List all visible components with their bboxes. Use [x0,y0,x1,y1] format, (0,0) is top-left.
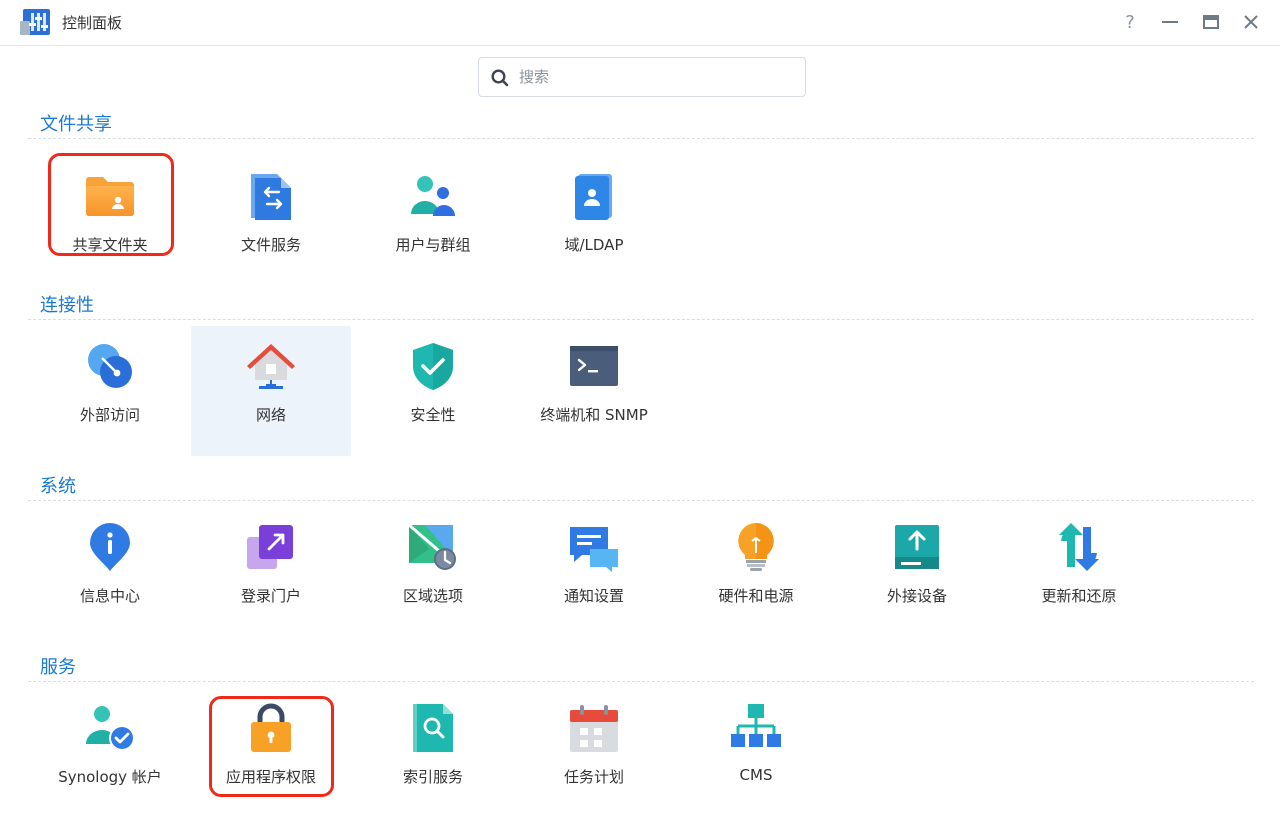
help-button[interactable]: ? [1119,11,1141,33]
tile-label: 网络 [255,406,286,424]
tile-login-portal[interactable]: 登录门户 [191,507,351,637]
tile-terminal-snmp[interactable]: 终端机和 SNMP [514,326,674,456]
tile-application-privileges[interactable]: 应用程序权限 [191,688,351,818]
help-icon: ? [1125,11,1135,33]
tile-synology-account[interactable]: Synology 帐户 [30,688,190,818]
tile-network[interactable]: 网络 [191,326,351,456]
update-restore-icon [1053,521,1105,573]
tile-info-center[interactable]: 信息中心 [30,507,190,637]
tile-label: 用户与群组 [395,236,471,254]
application-privileges-icon [245,702,297,754]
user-group-icon [407,170,459,222]
section-title: 连接性 [40,295,94,316]
login-portal-icon [245,521,297,573]
section-system: 系统 信息中心 登录门户 区域选项 通知设置 硬件和电源 外接设备 更新和还原 [0,472,1280,632]
tile-external-access[interactable]: 外部访问 [30,326,190,456]
section-connectivity: 连接性 外部访问 网络 安全性 终端机和 SNMP [0,291,1280,461]
maximize-button[interactable] [1200,11,1222,33]
domain-ldap-icon [568,170,620,222]
tile-domain-ldap[interactable]: 域/LDAP [514,156,674,286]
tile-external-devices[interactable]: 外接设备 [837,507,997,637]
tile-label: 索引服务 [402,768,463,786]
tile-label: 信息中心 [79,587,140,605]
tile-cms[interactable]: CMS [676,688,836,818]
close-button[interactable] [1240,11,1262,33]
tile-indexing-service[interactable]: 索引服务 [353,688,513,818]
network-icon [245,340,297,392]
task-scheduler-icon [568,702,620,754]
indexing-service-icon [407,702,459,754]
tile-label: 应用程序权限 [225,768,316,786]
search-input[interactable] [519,66,789,88]
tile-label: 更新和还原 [1041,587,1117,605]
tile-label: 安全性 [410,406,456,424]
cms-icon [730,702,782,754]
external-access-icon [84,340,136,392]
tile-notification[interactable]: 通知设置 [514,507,674,637]
tile-label: 外接设备 [886,587,947,605]
tile-label: Synology 帐户 [58,768,162,786]
terminal-icon [568,340,620,392]
shared-folder-icon [84,170,136,222]
tile-update-restore[interactable]: 更新和还原 [999,507,1159,637]
minimize-icon [1162,21,1178,23]
section-title: 系统 [40,476,76,497]
section-divider [28,319,1254,320]
tile-label: 硬件和电源 [718,587,794,605]
tile-task-scheduler[interactable]: 任务计划 [514,688,674,818]
tile-file-services[interactable]: 文件服务 [191,156,351,286]
tile-label: 通知设置 [563,587,624,605]
window-title: 控制面板 [62,14,123,32]
tile-regional-options[interactable]: 区域选项 [353,507,513,637]
tile-label: CMS [739,766,773,784]
tile-user-group[interactable]: 用户与群组 [353,156,513,286]
section-title: 文件共享 [40,114,112,135]
close-icon [1244,15,1258,29]
section-divider [28,138,1254,139]
section-title: 服务 [40,657,76,678]
section-file-sharing: 文件共享 共享文件夹 文件服务 用户与群组 域/LDAP [0,110,1280,270]
control-panel-app-icon [20,7,51,36]
external-devices-icon [891,521,943,573]
tile-label: 终端机和 SNMP [540,406,648,424]
search-box[interactable] [478,57,806,97]
minimize-button[interactable] [1159,11,1181,33]
section-services: 服务 Synology 帐户 应用程序权限 索引服务 任务计划 CMS [0,653,1280,823]
security-shield-icon [407,340,459,392]
tile-label: 文件服务 [240,236,301,254]
tile-label: 区域选项 [402,587,463,605]
file-services-icon [245,170,297,222]
tile-label: 外部访问 [79,406,140,424]
hardware-power-icon [730,521,782,573]
tile-label: 任务计划 [563,768,624,786]
tile-label: 共享文件夹 [72,236,148,254]
tile-label: 登录门户 [240,587,301,605]
maximize-icon [1203,15,1219,29]
tile-hardware-power[interactable]: 硬件和电源 [676,507,836,637]
tile-shared-folder[interactable]: 共享文件夹 [30,156,190,286]
section-divider [28,500,1254,501]
notification-icon [568,521,620,573]
tile-label: 域/LDAP [564,236,624,254]
synology-account-icon [84,702,136,754]
regional-options-icon [407,521,459,573]
section-divider [28,681,1254,682]
tile-security[interactable]: 安全性 [353,326,513,456]
info-center-icon [84,521,136,573]
search-icon [491,69,509,87]
title-bar: 控制面板 ? [0,0,1280,46]
